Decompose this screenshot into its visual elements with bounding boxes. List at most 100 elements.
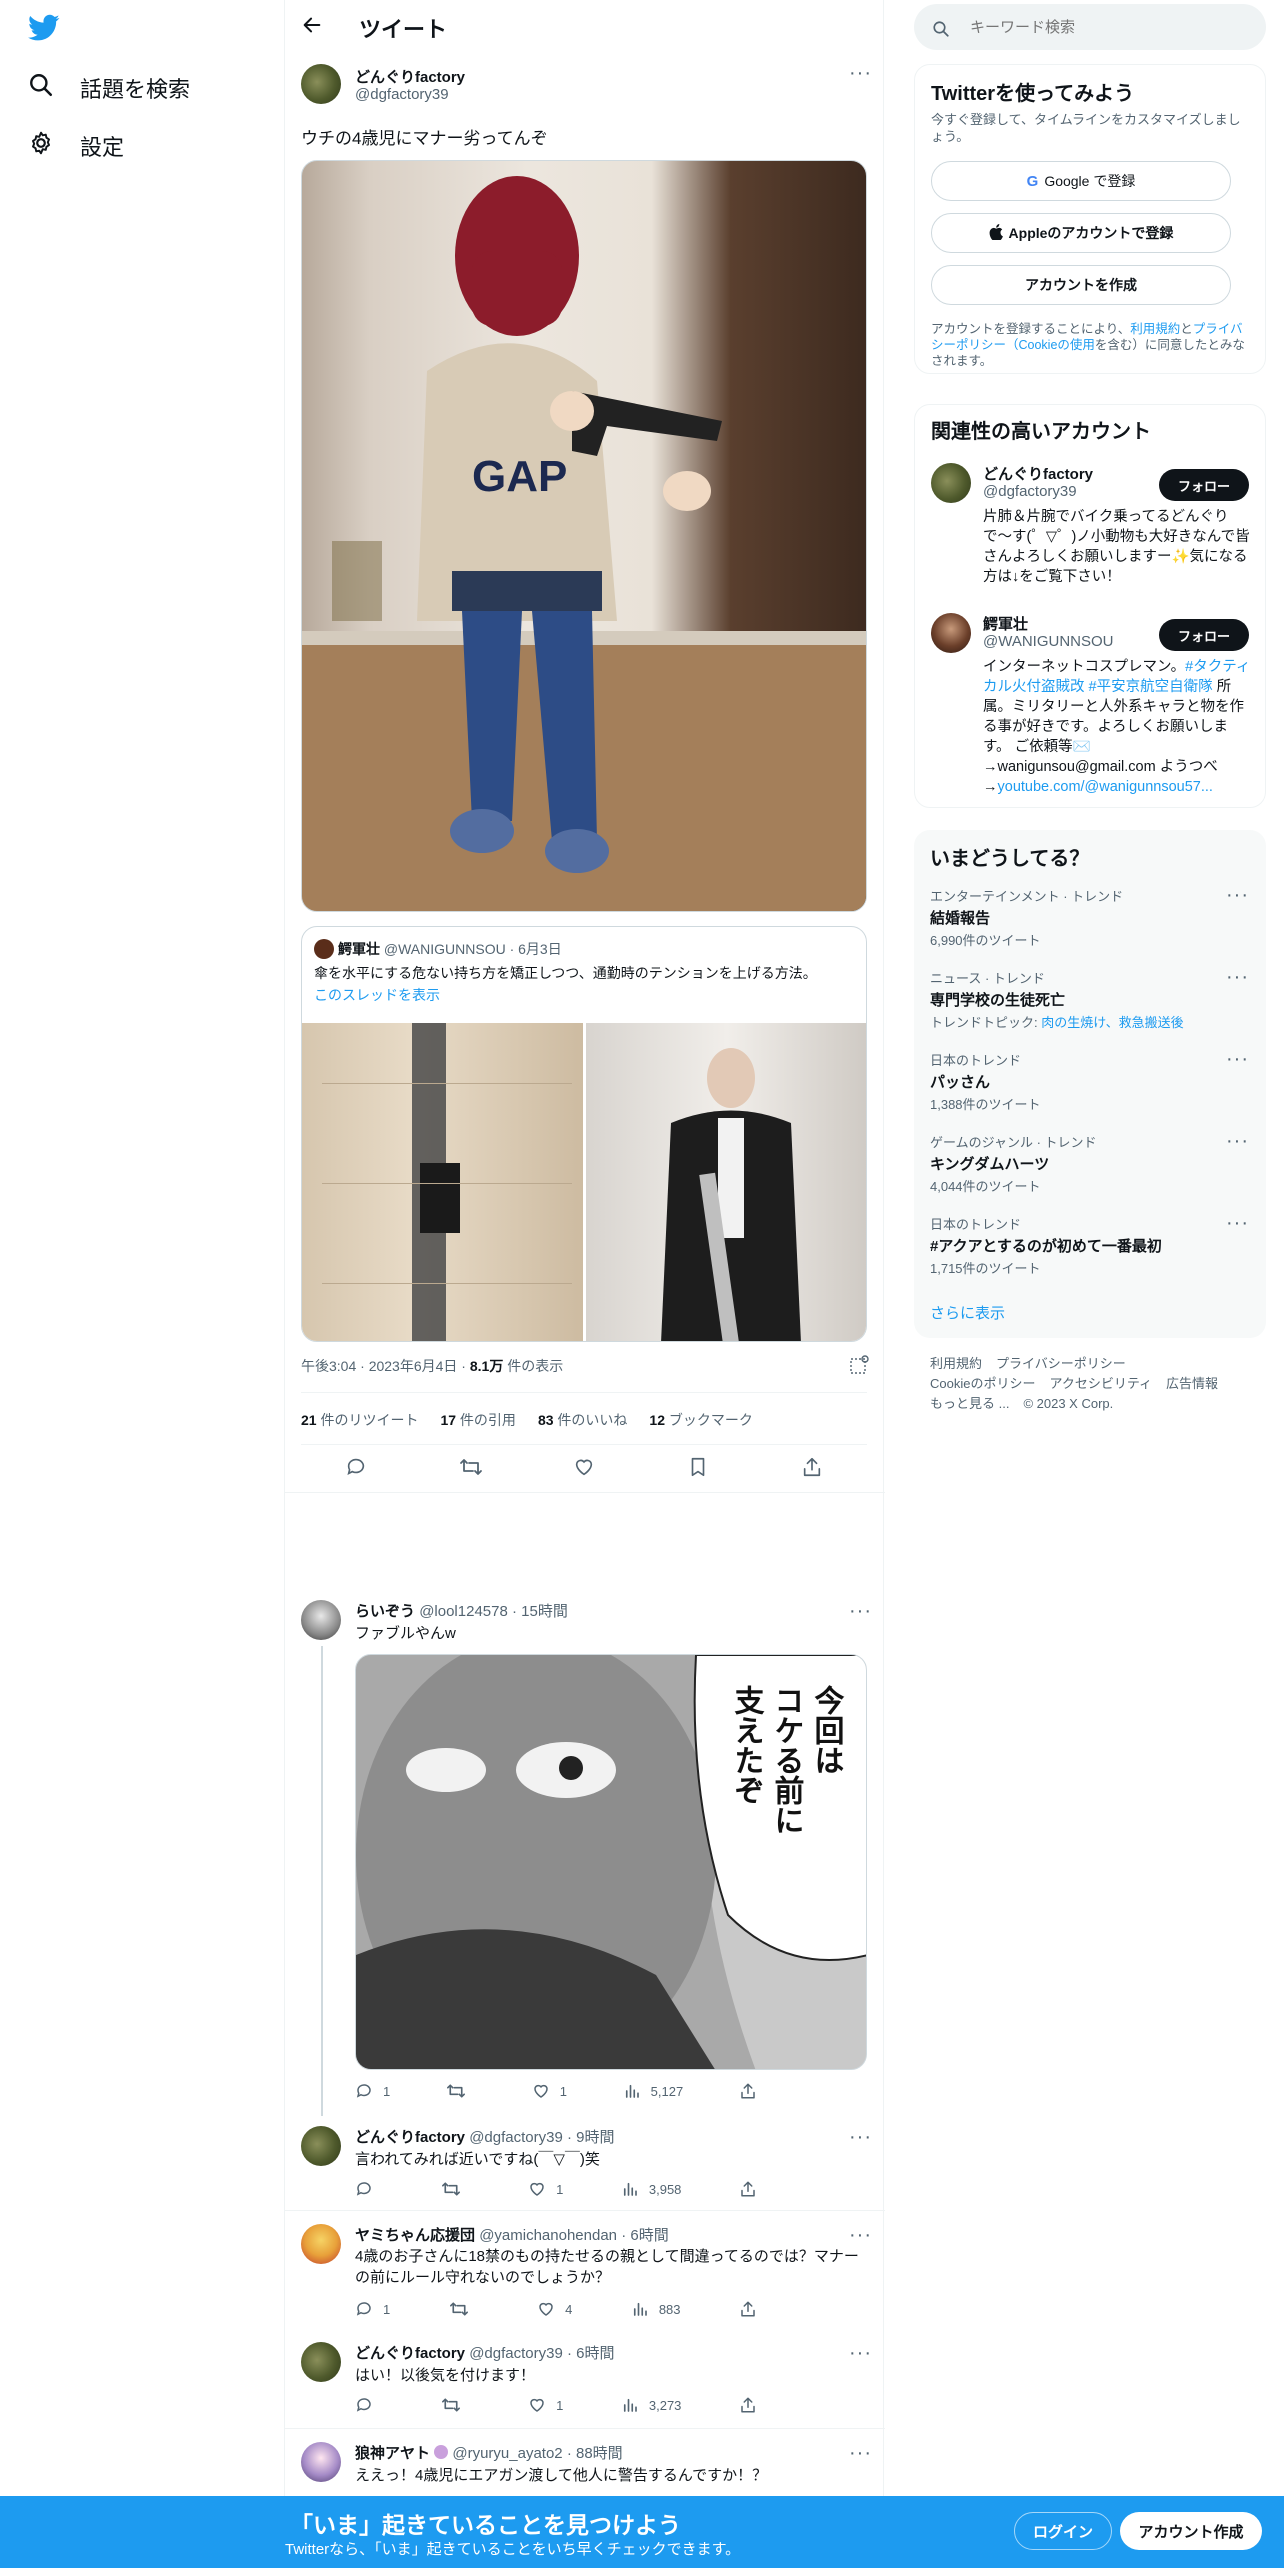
views-button[interactable]: 5,127 <box>623 2082 683 2100</box>
more-options-icon[interactable]: ··· <box>849 2443 872 2463</box>
nav-settings[interactable]: 設定 <box>28 130 124 162</box>
twitter-logo-icon[interactable] <box>28 14 60 49</box>
share-icon[interactable] <box>801 1456 823 1485</box>
reply-button[interactable] <box>355 2396 383 2414</box>
more-options-icon[interactable]: ··· <box>1226 1213 1249 1233</box>
reply-author-name[interactable]: ヤミちゃん応援団 <box>355 2227 475 2244</box>
footer-more-link[interactable]: もっと見る ... <box>930 1394 1009 1414</box>
retweet-button[interactable] <box>441 2396 471 2414</box>
more-options-icon[interactable]: ··· <box>1226 885 1249 905</box>
follow-button[interactable]: フォロー <box>1159 619 1249 651</box>
quote-photo-2[interactable] <box>586 1023 866 1341</box>
like-button[interactable]: 4 <box>537 2300 572 2318</box>
bookmark-icon[interactable] <box>687 1456 709 1485</box>
quoted-tweet[interactable]: 鰐軍壮 @WANIGUNNSOU · 6月3日 傘を水平にする危ない持ち方を矯正… <box>301 926 867 1342</box>
related-name[interactable]: どんぐりfactory <box>983 463 1093 484</box>
footer-link[interactable]: 利用規約 <box>930 1354 982 1374</box>
analytics-icon[interactable] <box>849 1354 869 1382</box>
reply-icon[interactable] <box>345 1456 367 1485</box>
related-avatar[interactable] <box>931 613 971 653</box>
share-button[interactable] <box>739 2180 757 2198</box>
reply-time[interactable]: · 6時間 <box>621 2227 669 2244</box>
author-handle[interactable]: @dgfactory39 <box>355 86 449 103</box>
related-avatar[interactable] <box>931 463 971 503</box>
trend-item[interactable]: 日本のトレンド #アクアとするのが初めて一番最初 1,715件のツイート ··· <box>930 1213 1260 1277</box>
show-more-link[interactable]: さらに表示 <box>930 1302 1005 1323</box>
signup-button[interactable]: アカウント作成 <box>1120 2512 1262 2550</box>
retweet-button[interactable] <box>441 2180 471 2198</box>
create-account-button[interactable]: アカウントを作成 <box>931 265 1231 305</box>
login-button[interactable]: ログイン <box>1014 2512 1112 2550</box>
like-button[interactable]: 1 <box>532 2082 567 2100</box>
hashtag-link[interactable]: #平安京航空自衛隊 <box>1089 679 1213 695</box>
reply-time[interactable]: · 88時間 <box>567 2445 623 2462</box>
more-options-icon[interactable]: ··· <box>849 2343 872 2363</box>
apple-signup-button[interactable]: Appleのアカウントで登録 <box>931 213 1231 253</box>
reply-manga-image[interactable]: 今回は コケる前に 支えたぞ <box>355 1654 867 2070</box>
footer-link[interactable]: プライバシーポリシー <box>996 1354 1126 1374</box>
reply-button[interactable]: 1 <box>355 2300 390 2318</box>
retweets-stat[interactable]: 21 件のリツイート <box>301 1410 418 1430</box>
share-button[interactable] <box>739 2300 757 2318</box>
views-button[interactable]: 3,958 <box>621 2180 681 2198</box>
retweet-button[interactable] <box>449 2300 479 2318</box>
bookmarks-stat[interactable]: 12 ブックマーク <box>649 1410 752 1430</box>
back-arrow-icon[interactable] <box>301 14 323 43</box>
more-options-icon[interactable]: ··· <box>1226 1131 1249 1151</box>
reply-author-name[interactable]: らいぞう <box>355 1603 415 1620</box>
views-button[interactable]: 3,273 <box>621 2396 681 2414</box>
reply-button[interactable]: 1 <box>355 2082 390 2100</box>
follow-button[interactable]: フォロー <box>1159 469 1249 501</box>
reply-avatar[interactable] <box>301 2224 341 2264</box>
google-signup-button[interactable]: G Google で登録 <box>931 161 1231 201</box>
trend-item[interactable]: 日本のトレンド パッさん 1,388件のツイート ··· <box>930 1049 1260 1113</box>
more-options-icon[interactable]: ··· <box>849 63 872 83</box>
youtube-link[interactable]: youtube.com/@wanigunnsou57... <box>998 779 1213 795</box>
share-button[interactable] <box>739 2082 757 2100</box>
related-handle[interactable]: @dgfactory39 <box>983 483 1077 500</box>
like-button[interactable]: 1 <box>528 2396 563 2414</box>
more-options-icon[interactable]: ··· <box>1226 967 1249 987</box>
footer-link[interactable]: アクセシビリティ <box>1049 1374 1152 1394</box>
share-button[interactable] <box>739 2396 757 2414</box>
more-options-icon[interactable]: ··· <box>849 1601 872 1621</box>
reply-author-handle[interactable]: @ryuryu_ayato2 <box>452 2445 562 2462</box>
trend-item[interactable]: ゲームのジャンル · トレンド キングダムハーツ 4,044件のツイート ··· <box>930 1131 1260 1195</box>
footer-link[interactable]: 広告情報 <box>1166 1374 1218 1394</box>
footer-link[interactable]: Cookieのポリシー <box>930 1374 1035 1394</box>
more-options-icon[interactable]: ··· <box>849 2225 872 2245</box>
reply-time[interactable]: · 6時間 <box>567 2345 615 2362</box>
author-name[interactable]: どんぐりfactory <box>355 66 465 87</box>
search-input[interactable] <box>970 14 1250 40</box>
views-button[interactable]: 883 <box>631 2300 681 2318</box>
likes-stat[interactable]: 83 件のいいね <box>538 1410 627 1430</box>
reply-avatar[interactable] <box>301 2442 341 2482</box>
search-box[interactable] <box>914 4 1266 50</box>
reply-author-name[interactable]: どんぐりfactory <box>355 2345 465 2362</box>
related-name[interactable]: 鰐軍壮 <box>983 613 1028 634</box>
reply-avatar[interactable] <box>301 2342 341 2382</box>
nav-explore[interactable]: 話題を検索 <box>28 72 190 104</box>
reply-time[interactable]: · 9時間 <box>567 2129 615 2146</box>
reply-avatar[interactable] <box>301 2126 341 2166</box>
retweet-button[interactable] <box>446 2082 476 2100</box>
reply-button[interactable] <box>355 2180 383 2198</box>
reply-author-handle[interactable]: @lool124578 <box>419 1603 508 1620</box>
retweet-icon[interactable] <box>459 1456 483 1485</box>
author-avatar[interactable] <box>301 64 341 104</box>
quote-photo-1[interactable] <box>302 1023 583 1341</box>
reply-author-name[interactable]: どんぐりfactory <box>355 2129 465 2146</box>
reply-author-handle[interactable]: @dgfactory39 <box>469 2129 563 2146</box>
terms-link[interactable]: 利用規約 <box>1130 322 1180 336</box>
reply-author-handle[interactable]: @yamichanohendan <box>479 2227 617 2244</box>
like-icon[interactable] <box>573 1456 595 1485</box>
related-handle[interactable]: @WANIGUNNSOU <box>983 633 1114 650</box>
like-button[interactable]: 1 <box>528 2180 563 2198</box>
reply-time[interactable]: · 15時間 <box>512 1603 568 1620</box>
trend-item[interactable]: ニュース · トレンド 専門学校の生徒死亡 トレンドトピック: 肉の生焼け、救急… <box>930 967 1260 1031</box>
reply-author-handle[interactable]: @dgfactory39 <box>469 2345 563 2362</box>
tweet-photo[interactable]: GAP <box>301 160 867 912</box>
reply-author-name[interactable]: 狼神アヤト <box>355 2445 430 2462</box>
more-options-icon[interactable]: ··· <box>849 2127 872 2147</box>
trend-item[interactable]: エンターテインメント · トレンド 結婚報告 6,990件のツイート ··· <box>930 885 1260 949</box>
